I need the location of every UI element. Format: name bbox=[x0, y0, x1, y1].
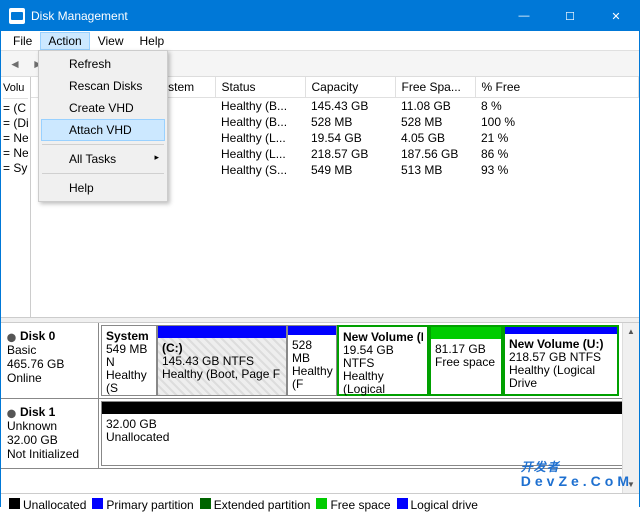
menu-action[interactable]: Action bbox=[40, 32, 89, 50]
partition[interactable]: 528 MBHealthy (F bbox=[287, 325, 337, 396]
list-item[interactable]: = Ne bbox=[3, 146, 28, 161]
menu-create-vhd[interactable]: Create VHD bbox=[41, 97, 165, 119]
menu-refresh[interactable]: Refresh bbox=[41, 53, 165, 75]
partition[interactable]: New Volume (N19.54 GB NTFSHealthy (Logic… bbox=[337, 325, 429, 396]
list-item[interactable]: = (C bbox=[3, 101, 28, 116]
legend-unallocated: Unallocated bbox=[9, 498, 86, 512]
list-item[interactable]: = Sy bbox=[3, 161, 28, 176]
close-button[interactable]: ✕ bbox=[593, 1, 639, 31]
disk-map-pane: Disk 0 Basic 465.76 GB Online System R54… bbox=[1, 323, 639, 493]
col-free[interactable]: Free Spa... bbox=[395, 77, 475, 98]
scrollbar[interactable] bbox=[622, 323, 639, 493]
col-volume[interactable]: Volu bbox=[3, 79, 28, 99]
menu-rescan[interactable]: Rescan Disks bbox=[41, 75, 165, 97]
menu-separator bbox=[42, 173, 164, 174]
col-capacity[interactable]: Capacity bbox=[305, 77, 395, 98]
disk0-info[interactable]: Disk 0 Basic 465.76 GB Online bbox=[1, 323, 99, 398]
partition[interactable]: (C:)145.43 GB NTFSHealthy (Boot, Page F bbox=[157, 325, 287, 396]
partition-unallocated[interactable]: 32.00 GBUnallocated bbox=[101, 401, 637, 466]
maximize-button[interactable]: ☐ bbox=[547, 1, 593, 31]
menu-all-tasks[interactable]: All Tasks bbox=[41, 148, 165, 170]
legend-extended: Extended partition bbox=[200, 498, 311, 512]
menu-separator bbox=[42, 144, 164, 145]
action-dropdown: Refresh Rescan Disks Create VHD Attach V… bbox=[38, 50, 168, 202]
menu-file[interactable]: File bbox=[5, 32, 40, 50]
legend: Unallocated Primary partition Extended p… bbox=[1, 493, 639, 515]
col-status[interactable]: Status bbox=[215, 77, 305, 98]
legend-free: Free space bbox=[316, 498, 390, 512]
menu-bar: File Action View Help bbox=[1, 31, 639, 51]
menu-view[interactable]: View bbox=[90, 32, 132, 50]
window-title: Disk Management bbox=[31, 9, 501, 23]
col-pct[interactable]: % Free bbox=[475, 77, 639, 98]
partition-free[interactable]: 81.17 GBFree space bbox=[429, 325, 503, 396]
partition[interactable]: New Volume (U:)218.57 GB NTFSHealthy (Lo… bbox=[503, 325, 619, 396]
volume-name-column: Volu = (C = (Di = Ne = Ne = Sy bbox=[1, 77, 31, 317]
minimize-button[interactable]: — bbox=[501, 1, 547, 31]
legend-primary: Primary partition bbox=[92, 498, 193, 512]
disk-row: Disk 0 Basic 465.76 GB Online System R54… bbox=[1, 323, 639, 399]
legend-logical: Logical drive bbox=[397, 498, 478, 512]
menu-help-item[interactable]: Help bbox=[41, 177, 165, 199]
list-item[interactable]: = Ne bbox=[3, 131, 28, 146]
disk1-info[interactable]: Disk 1 Unknown 32.00 GB Not Initialized bbox=[1, 399, 99, 468]
disk-row: Disk 1 Unknown 32.00 GB Not Initialized … bbox=[1, 399, 639, 469]
partition[interactable]: System R549 MB NHealthy (S bbox=[101, 325, 157, 396]
list-item[interactable]: = (Di bbox=[3, 116, 28, 131]
menu-help[interactable]: Help bbox=[132, 32, 173, 50]
back-icon[interactable]: ◄ bbox=[5, 54, 25, 74]
menu-attach-vhd[interactable]: Attach VHD bbox=[41, 119, 165, 141]
title-bar: Disk Management — ☐ ✕ bbox=[1, 1, 639, 31]
app-icon bbox=[9, 8, 25, 24]
